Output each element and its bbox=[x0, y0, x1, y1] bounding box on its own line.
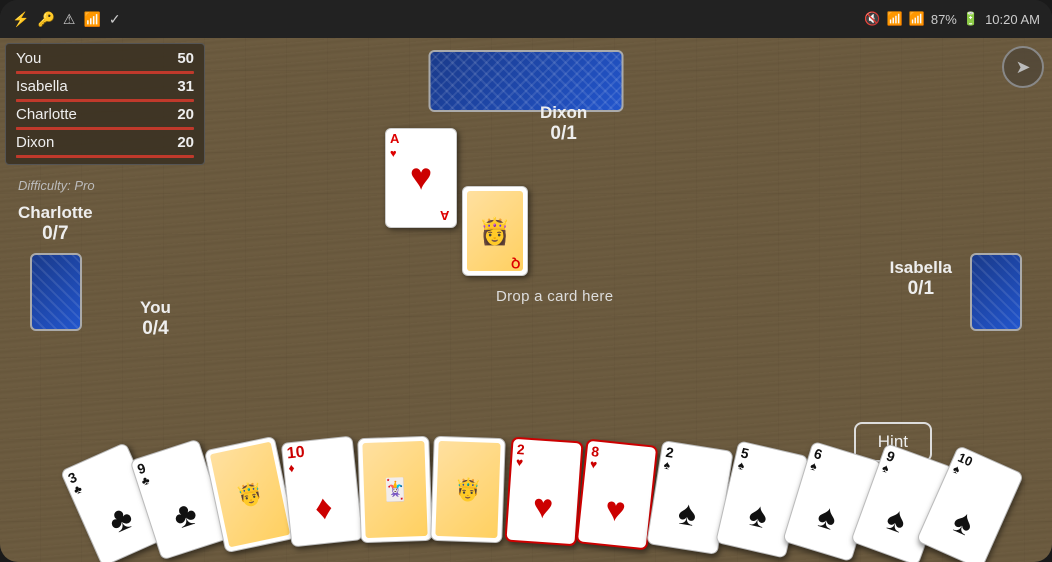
game-area: You 50 Isabella 31 Charlotte 20 Dixon 20… bbox=[0, 38, 1052, 562]
ace-center-suit: ♥ bbox=[410, 157, 433, 200]
hand-center-2s: ♠ bbox=[676, 496, 699, 532]
phone-frame: ⚡ 🔑 ⚠ 📶 ✓ 🔇 📶 📶 87% 🔋 10:20 AM You 50 Is… bbox=[0, 0, 1052, 562]
hand-cards-container: 3 ♣ ♣ 9 ♣ ♣ K ♣ 🤴 10 ♦ ♦ bbox=[76, 442, 976, 562]
battery-icon: 🔋 bbox=[963, 11, 979, 27]
score-value-dixon: 20 bbox=[164, 134, 194, 151]
drop-area[interactable]: Drop a card here bbox=[496, 288, 613, 305]
usb-icon: ⚡ bbox=[12, 11, 29, 28]
charlotte-score: 0/7 bbox=[18, 223, 93, 245]
hand-center-9c: ♣ bbox=[169, 496, 201, 535]
hand-center-3c: ♣ bbox=[104, 500, 138, 540]
wifi-off-icon: 📶 bbox=[83, 11, 100, 28]
score-panel: You 50 Isabella 31 Charlotte 20 Dixon 20 bbox=[5, 43, 205, 165]
left-deck-pattern bbox=[32, 255, 80, 329]
left-side-deck bbox=[30, 253, 82, 331]
player-isabella: Isabella 0/1 bbox=[890, 258, 952, 300]
score-name-dixon: Dixon bbox=[16, 134, 116, 151]
dixon-score: 0/1 bbox=[540, 123, 587, 145]
hand-card-kd[interactable]: K ♦ 🤴 bbox=[430, 436, 506, 543]
player-charlotte: Charlotte 0/7 bbox=[18, 203, 93, 245]
queen-rank-bottom: Q bbox=[507, 255, 524, 273]
hand-center-2h: ♥ bbox=[532, 489, 555, 524]
hand-face-jd: 🃏 bbox=[362, 441, 427, 538]
difficulty-label: Difficulty: Pro bbox=[18, 178, 95, 193]
hand-face-kd: 🤴 bbox=[435, 441, 500, 538]
score-name-you: You bbox=[16, 50, 116, 67]
hand-card-jd[interactable]: J ♦ 🃏 bbox=[357, 436, 433, 543]
no-sound-icon: 🔇 bbox=[864, 11, 880, 27]
status-bar: ⚡ 🔑 ⚠ 📶 ✓ 🔇 📶 📶 87% 🔋 10:20 AM bbox=[0, 0, 1052, 38]
hand-center-8h: ♥ bbox=[604, 492, 628, 528]
dixon-name: Dixon bbox=[540, 103, 587, 123]
charlotte-name: Charlotte bbox=[18, 203, 93, 223]
you-name: You bbox=[140, 298, 171, 318]
deck-pattern bbox=[431, 52, 622, 110]
right-deck-pattern bbox=[972, 255, 1020, 329]
status-bar-left: ⚡ 🔑 ⚠ 📶 ✓ bbox=[12, 11, 121, 28]
score-row-charlotte: Charlotte 20 bbox=[16, 106, 194, 123]
score-row-isabella: Isabella 31 bbox=[16, 78, 194, 95]
isabella-score: 0/1 bbox=[890, 278, 952, 300]
table-card-queen-diamonds[interactable]: Q ♦ 👸 Q bbox=[462, 186, 528, 276]
hand-card-8h[interactable]: 8 ♥ ♥ bbox=[576, 439, 659, 551]
isabella-name: Isabella bbox=[890, 258, 952, 278]
score-row-dixon: Dixon 20 bbox=[16, 134, 194, 151]
center-deck bbox=[429, 50, 624, 112]
score-row-you: You 50 bbox=[16, 50, 194, 67]
score-value-isabella: 31 bbox=[164, 78, 194, 95]
player-you: You 0/4 bbox=[140, 298, 171, 340]
score-value-you: 50 bbox=[164, 50, 194, 67]
compass-icon[interactable]: ➤ bbox=[1002, 46, 1044, 88]
signal-icon: 📶 bbox=[909, 11, 925, 27]
score-name-charlotte: Charlotte bbox=[16, 106, 116, 123]
you-score: 0/4 bbox=[140, 318, 171, 340]
right-side-deck bbox=[970, 253, 1022, 331]
hand-face-kc: 🤴 bbox=[210, 442, 290, 548]
deck-card-back bbox=[429, 50, 624, 112]
hand-center-6s: ♠ bbox=[814, 498, 841, 536]
hand-card-2h[interactable]: 2 ♥ ♥ bbox=[504, 437, 583, 547]
key-icon: 🔑 bbox=[37, 11, 54, 28]
ace-rank-bottom: A bbox=[436, 206, 453, 225]
time-display: 10:20 AM bbox=[985, 12, 1040, 27]
score-value-charlotte: 20 bbox=[164, 106, 194, 123]
hand-center-10d: ♦ bbox=[313, 490, 334, 526]
check-icon: ✓ bbox=[109, 11, 121, 28]
battery-level: 87% bbox=[931, 12, 957, 27]
hand-center-9s: ♠ bbox=[882, 501, 911, 539]
hand-center-5s: ♠ bbox=[746, 497, 771, 534]
score-name-isabella: Isabella bbox=[16, 78, 116, 95]
status-bar-right: 🔇 📶 📶 87% 🔋 10:20 AM bbox=[864, 11, 1040, 27]
ace-rank-top: A bbox=[386, 129, 456, 148]
warning-icon: ⚠ bbox=[63, 11, 76, 28]
player-dixon: Dixon 0/1 bbox=[540, 103, 587, 145]
table-card-ace-hearts[interactable]: A ♥ ♥ A bbox=[385, 128, 457, 228]
hand-card-10d[interactable]: 10 ♦ ♦ bbox=[281, 436, 364, 548]
wifi-icon: 📶 bbox=[886, 11, 902, 27]
hand-center-10s: ♠ bbox=[948, 503, 978, 541]
